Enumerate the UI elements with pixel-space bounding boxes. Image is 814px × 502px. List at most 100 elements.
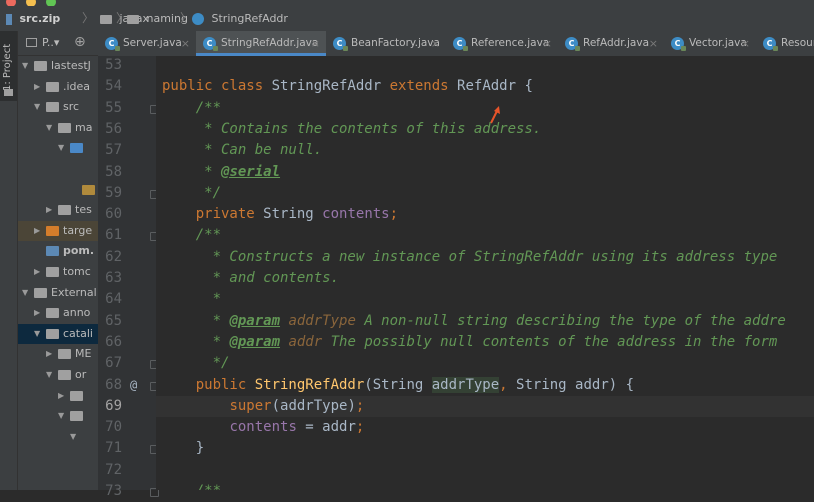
code-line[interactable]: /** [162,98,221,119]
code-line[interactable]: * [162,289,221,310]
breadcrumb-item-naming[interactable]: naming [127,6,188,31]
tree-item[interactable]: ▼ or [18,365,98,385]
code-line[interactable]: private String contents; [162,204,398,225]
class-icon: C [453,37,468,51]
close-tab-icon[interactable]: × [649,31,658,56]
collapse-arrow-icon[interactable]: ▼ [34,97,40,117]
tree-item[interactable] [18,180,98,200]
tab-refaddr[interactable]: C RefAddr.java × [558,31,664,56]
tree-item[interactable]: ▼ ma [18,118,98,138]
code-line[interactable]: } [162,438,204,459]
code-line[interactable]: public StringRefAddr(String addrType, St… [162,375,634,396]
code-editor[interactable]: public class StringRefAddr extends RefAd… [156,56,814,490]
expand-arrow-icon[interactable]: ▶ [58,386,64,406]
close-tab-icon[interactable]: × [181,31,190,56]
breadcrumb-separator: 〉 [180,11,193,25]
package-icon [70,411,83,422]
tab-stringrefaddr[interactable]: C StringRefAddr.java × [196,31,326,56]
line-number: 70 [105,419,122,436]
collapse-arrow-icon[interactable]: ▼ [22,56,28,76]
tree-item[interactable]: ▶ tes [18,200,98,220]
close-tab-icon[interactable]: × [543,31,552,56]
expand-arrow-icon[interactable]: ▶ [34,221,40,241]
tree-item-label: or [75,368,87,381]
tree-item[interactable]: ▶ anno [18,303,98,323]
collapse-arrow-icon[interactable]: ▼ [22,283,28,303]
tree-item[interactable]: ▼ [18,406,98,426]
package-icon [100,14,112,24]
tab-vector[interactable]: C Vector.java × [664,31,756,56]
code-line[interactable]: super(addrType); [162,396,364,417]
class-icon: C [333,37,348,51]
collapse-arrow-icon[interactable]: ▼ [46,365,52,385]
code-line[interactable]: * @param addrType A non-null string desc… [162,311,786,332]
tree-item[interactable]: ▶ [18,386,98,406]
expand-arrow-icon[interactable]: ▶ [46,200,52,220]
code-line[interactable]: * @param addr The possibly null contents… [162,332,778,353]
code-line[interactable]: * Constructs a new instance of StringRef… [162,247,778,268]
tree-item[interactable]: pom. [18,241,98,261]
line-number: 66 [105,333,122,350]
project-tool-window-tab[interactable]: 1: Project [0,31,17,101]
breadcrumb-separator: 〉 [82,11,95,25]
folder-icon [58,122,71,133]
line-number: 55 [105,99,122,116]
tree-item[interactable]: ▶ tomc [18,262,98,282]
expand-arrow-icon[interactable]: ▶ [34,77,40,97]
expand-arrow-icon[interactable]: ▶ [34,262,40,282]
tree-item-label: .idea [63,79,91,93]
code-line[interactable]: * and contents. [162,268,339,289]
tree-item[interactable]: ▶ ME [18,344,98,364]
tab-server[interactable]: C Server.java × [98,31,196,56]
tab-label: Vector.java [689,37,747,49]
class-icon: C [105,37,120,51]
tree-item[interactable]: ▶ targe [18,220,98,241]
code-line[interactable]: public class StringRefAddr extends RefAd… [162,76,533,97]
code-line[interactable]: /** [162,481,221,490]
collapse-arrow-icon[interactable]: ▼ [70,427,76,447]
line-number: 59 [105,184,122,201]
tree-item[interactable]: ▼ src [18,97,98,117]
collapse-arrow-icon[interactable]: ▼ [34,324,40,344]
expand-arrow-icon[interactable]: ▶ [34,303,40,323]
code-line[interactable]: * Contains the contents of this address. [162,119,541,140]
tree-item[interactable]: ▼ lastestJ [18,56,98,76]
target-icon[interactable]: ⊕ [74,34,86,50]
tree-item-label: lastestJ [51,59,91,72]
line-number: 65 [105,312,122,329]
collapse-arrow-icon[interactable]: ▼ [58,406,64,426]
close-tab-icon[interactable]: × [311,31,320,56]
tree-item[interactable]: ▼ [18,138,98,158]
tree-item-label: tes [75,203,92,217]
tree-item[interactable]: ▶ .idea [18,77,98,97]
tree-item[interactable]: ▼ [18,427,98,447]
line-number: 60 [105,206,122,223]
tree-item-label: pom. [63,244,95,258]
project-view-selector[interactable]: P..▾ [42,36,59,49]
tree-item[interactable]: ▼ catali [18,323,98,344]
close-tab-icon[interactable]: × [431,31,440,56]
tree-item[interactable]: ▼ External [18,283,98,303]
code-line[interactable]: */ [162,353,230,374]
close-tab-icon[interactable]: × [741,31,750,56]
tree-item-label: External [51,285,97,299]
code-line[interactable]: */ [162,183,221,204]
folder-icon [58,205,71,216]
tab-reference[interactable]: C Reference.java × [446,31,558,56]
tree-item[interactable] [18,159,98,179]
code-line[interactable]: contents = addr; [162,417,364,438]
breadcrumb-item-class[interactable]: StringRefAddr [192,6,288,31]
code-line[interactable]: * @serial [162,162,280,183]
code-line[interactable]: * Can be null. [162,140,322,161]
code-line[interactable]: /** [162,225,221,246]
breadcrumb-item-zip[interactable]: src.zip [6,6,60,31]
override-marker-icon[interactable]: @ [130,378,137,392]
line-number: 54 [105,78,122,95]
collapse-arrow-icon[interactable]: ▼ [46,118,52,138]
tab-resourc[interactable]: CResourc [756,31,814,56]
class-icon: C [565,37,580,51]
collapse-arrow-icon[interactable]: ▼ [58,138,64,158]
tab-beanfactory[interactable]: C BeanFactory.java × [326,31,446,56]
tree-item-label: targe [63,223,93,237]
expand-arrow-icon[interactable]: ▶ [46,344,52,364]
